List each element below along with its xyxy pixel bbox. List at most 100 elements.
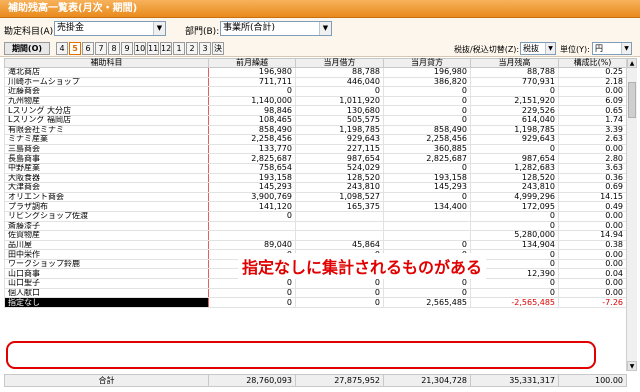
annotation-callout: 指定なしに集計されるものがある	[238, 253, 487, 279]
amount-cell: 0.04	[558, 268, 627, 280]
subject-select[interactable]: 売掛金 ▼	[54, 21, 166, 36]
sub-account-cell: 個人献口	[4, 287, 209, 299]
period-button[interactable]: 期間(O)	[4, 42, 50, 55]
period-month-button[interactable]: 10	[134, 42, 146, 55]
amount-cell: 0	[470, 287, 559, 299]
amount-cell: 614,040	[470, 114, 559, 126]
table-row[interactable]: 大津商会 145,293 243,810 145,293 243,810 0.69	[4, 182, 627, 193]
table-row[interactable]: 三島商会 133,770 227,115 360,885 0 0.00	[4, 143, 627, 155]
amount-cell: 88,788	[470, 67, 559, 78]
tax-select[interactable]: 税抜 ▼	[520, 42, 556, 55]
amount-cell: 0	[295, 287, 384, 299]
sub-account-cell: ミナミ産業	[4, 134, 209, 145]
sub-account-cell: 大阪食器	[4, 172, 209, 184]
table-row[interactable]: 中野産業 758,654 524,029 0 1,282,683 3.63	[4, 162, 627, 174]
table-row[interactable]: 個人献口 0 0 0 0 0.00	[4, 287, 627, 299]
period-month-button[interactable]: 7	[95, 42, 107, 55]
table-row[interactable]: 斎藤漆子 0 0.00	[4, 220, 627, 232]
vertical-scrollbar[interactable]: ▲ ▼	[626, 58, 637, 371]
period-month-button[interactable]: 1	[173, 42, 185, 55]
amount-cell: 386,820	[383, 76, 471, 88]
table-row[interactable]: 指定なし 0 0 2,565,485 -2,565,485 -7.26	[4, 297, 627, 308]
amount-cell: 987,654	[470, 153, 559, 164]
amount-cell: 0	[208, 86, 296, 97]
amount-cell: 193,158	[383, 172, 471, 184]
amount-cell: 229,526	[470, 105, 559, 116]
amount-cell: 141,120	[208, 201, 296, 212]
sub-account-cell: リビングショップ佐渡	[4, 210, 209, 222]
table-row[interactable]: 九州物産 1,140,000 1,011,920 0 2,151,920 6.09	[4, 95, 627, 107]
dept-select[interactable]: 事業所(合計) ▼	[220, 21, 332, 36]
amount-cell: -2,565,485	[470, 297, 559, 308]
period-month-button[interactable]: 12	[160, 42, 172, 55]
amount-cell: 2,565,485	[383, 297, 471, 308]
subject-value: 売掛金	[57, 23, 85, 33]
amount-cell: 3,900,769	[208, 191, 296, 203]
period-month-button[interactable]: 5	[69, 42, 81, 55]
table-row[interactable]: Lスリング 福岡店 108,465 505,575 0 614,040 1.74	[4, 114, 627, 126]
amount-cell: 2,151,920	[470, 95, 559, 107]
table-row[interactable]: 佐賀物産 5,280,000 14.94	[4, 230, 627, 241]
table-row[interactable]: 川崎ホームショップ 711,711 446,040 386,820 770,931 2.1…	[4, 76, 627, 88]
period-month-button[interactable]: 2	[186, 42, 198, 55]
sub-account-cell: 川崎ホームショップ	[4, 76, 209, 88]
table-row[interactable]: Lスリング 大分店 98,846 130,680 0 229,526 0.65	[4, 105, 627, 116]
table-row[interactable]: 近藤商会 0 0 0 0 0.00	[4, 86, 627, 97]
chevron-down-icon[interactable]: ▼	[621, 43, 631, 54]
amount-cell: 0.65	[558, 105, 627, 116]
table-row[interactable]: 有限会社ミナミ 858,490 1,198,785 858,490 1,198,785 3…	[4, 124, 627, 136]
amount-cell: -7.26	[558, 297, 627, 308]
amount-cell: 929,643	[295, 134, 384, 145]
table-row[interactable]: 大阪食器 193,158 128,520 193,158 128,520 0.36	[4, 172, 627, 184]
amount-cell: 2,825,687	[383, 153, 471, 164]
amount-cell: 524,029	[295, 162, 384, 174]
amount-cell: 196,980	[208, 67, 296, 78]
period-month-button[interactable]: 11	[147, 42, 159, 55]
total-value: 28,760,093	[208, 374, 296, 387]
amount-cell: 88,788	[295, 67, 384, 78]
amount-cell: 227,115	[295, 143, 384, 155]
scroll-thumb[interactable]	[628, 82, 636, 118]
chevron-down-icon[interactable]: ▼	[319, 22, 331, 35]
chevron-down-icon[interactable]: ▼	[153, 22, 165, 35]
unit-select[interactable]: 円 ▼	[592, 42, 632, 55]
amount-cell: 0	[208, 297, 296, 308]
chevron-down-icon[interactable]: ▼	[545, 43, 555, 54]
period-month-button[interactable]: 決	[212, 42, 224, 55]
table-row[interactable]: プラザ調布 141,120 165,375 134,400 172,095 0.49	[4, 201, 627, 212]
table-row[interactable]: 山口聖子 0 0 0 0 0.00	[4, 278, 627, 289]
amount-cell: 130,680	[295, 105, 384, 116]
table-row[interactable]: ミナミ産業 2,258,456 929,643 2,258,456 929,643 2.6…	[4, 134, 627, 145]
table-row[interactable]: 長島商事 2,825,687 987,654 2,825,687 987,654 2.80	[4, 153, 627, 164]
amount-cell: 134,904	[470, 239, 559, 251]
table-row[interactable]: オリエント商会 3,900,769 1,098,527 0 4,999,296 14.15	[4, 191, 627, 203]
amount-cell: 1,011,920	[295, 95, 384, 107]
amount-cell: 128,520	[470, 172, 559, 184]
period-month-button[interactable]: 4	[56, 42, 68, 55]
amount-cell: 0	[383, 191, 471, 203]
amount-cell: 0	[470, 143, 559, 155]
amount-cell: 2.18	[558, 76, 627, 88]
sub-account-cell: 滝北商店	[4, 67, 209, 78]
amount-cell: 0.69	[558, 182, 627, 193]
period-month-button[interactable]: 8	[108, 42, 120, 55]
table-row[interactable]: 品川屋 89,040 45,864 0 134,904 0.38	[4, 239, 627, 251]
period-month-button[interactable]: 3	[199, 42, 211, 55]
period-month-button[interactable]: 6	[82, 42, 94, 55]
amount-cell: 0	[383, 86, 471, 97]
amount-cell	[383, 220, 471, 232]
column-header: 当月貸方	[383, 58, 471, 68]
period-month-button[interactable]: 9	[121, 42, 133, 55]
amount-cell: 165,375	[295, 201, 384, 212]
filter-bar: 勘定科目(A): 売掛金 ▼ 部門(B): 事業所(合計) ▼	[0, 18, 640, 40]
table-row[interactable]: リビングショップ佐渡 0 0 0.00	[4, 210, 627, 222]
amount-cell: 0	[208, 287, 296, 299]
column-header: 構成比(%)	[558, 58, 627, 68]
amount-cell: 0	[295, 278, 384, 289]
amount-cell: 0.00	[558, 249, 627, 260]
table-row[interactable]: 滝北商店 196,980 88,788 196,980 88,788 0.25	[4, 67, 627, 78]
scroll-down-icon[interactable]: ▼	[627, 361, 637, 371]
amount-cell: 1,140,000	[208, 95, 296, 107]
scroll-up-icon[interactable]: ▲	[627, 58, 637, 68]
column-header: 補助科目	[4, 58, 209, 68]
